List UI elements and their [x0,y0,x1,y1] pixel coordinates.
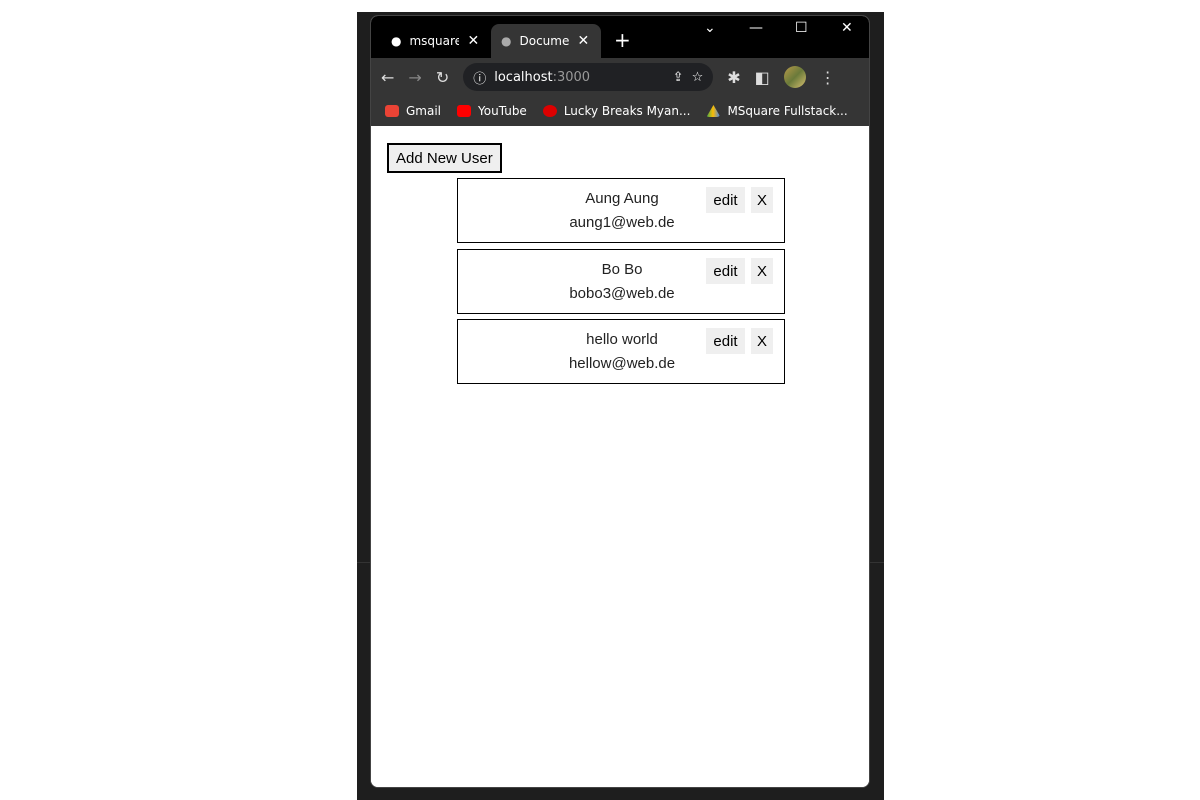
github-icon: ● [391,34,402,48]
toolbar: ← → ↻ ⓘ localhost:3000 ⇪ ☆ ✱ ◧ ⋮ [371,58,869,96]
reload-icon[interactable]: ↻ [436,68,449,87]
delete-button[interactable]: X [751,328,773,354]
bookmark-youtube[interactable]: YouTube [457,104,527,118]
address-bar[interactable]: ⓘ localhost:3000 ⇪ ☆ [463,63,714,91]
page-content: Add New User Aung Aung aung1@web.de edit… [371,127,869,787]
user-email: bobo3@web.de [569,285,675,302]
tab-label: Document [519,34,570,48]
tab-search-icon[interactable]: ⌄ [704,20,716,36]
info-icon: ⓘ [473,71,487,87]
side-panel-icon[interactable]: ◧ [755,68,770,87]
delete-button[interactable]: X [751,258,773,284]
gmail-icon [385,105,399,117]
user-card: Bo Bo bobo3@web.de edit X [457,249,785,314]
minimize-icon[interactable]: — [749,20,763,36]
url-text: localhost:3000 [494,69,591,85]
share-icon[interactable]: ⇪ [673,70,684,85]
extensions-icon[interactable]: ✱ [727,68,740,87]
edit-button[interactable]: edit [706,187,745,213]
forward-icon[interactable]: → [408,68,421,87]
bookmark-gmail[interactable]: Gmail [385,104,441,118]
close-tab-icon[interactable]: ✕ [577,33,589,49]
user-card: hello world hellow@web.de edit X [457,319,785,384]
youtube-icon [457,105,472,117]
bookmarks-bar: Gmail YouTube Lucky Breaks Myan... MSqua… [371,96,869,126]
close-tab-icon[interactable]: ✕ [467,33,479,49]
add-new-user-button[interactable]: Add New User [387,143,502,173]
user-email: hellow@web.de [568,355,676,372]
back-icon[interactable]: ← [381,68,394,87]
bookmark-msquare[interactable]: MSquare Fullstack... [706,104,848,118]
tab-label: msquare [409,34,460,48]
google-drive-icon [706,105,721,117]
tab-msquare[interactable]: ● msquare ✕ [381,24,491,58]
browser-window: ● msquare ✕ ● Document ✕ + ⌄ — ☐ ✕ ← → ↻… [370,15,870,788]
user-card: Aung Aung aung1@web.de edit X [457,178,785,243]
user-email: aung1@web.de [569,214,675,231]
coca-cola-icon [542,105,557,117]
menu-icon[interactable]: ⋮ [820,68,836,87]
bookmark-lucky-breaks[interactable]: Lucky Breaks Myan... [542,104,690,118]
edit-button[interactable]: edit [706,258,745,284]
star-icon[interactable]: ☆ [692,70,704,85]
edit-button[interactable]: edit [706,328,745,354]
globe-icon: ● [501,34,512,48]
tab-document[interactable]: ● Document ✕ [491,24,601,58]
close-window-icon[interactable]: ✕ [841,20,853,36]
maximize-icon[interactable]: ☐ [795,20,808,36]
avatar[interactable] [783,66,806,88]
tab-strip: ● msquare ✕ ● Document ✕ + ⌄ — ☐ ✕ [371,16,869,58]
new-tab-button[interactable]: + [614,28,631,52]
delete-button[interactable]: X [751,187,773,213]
